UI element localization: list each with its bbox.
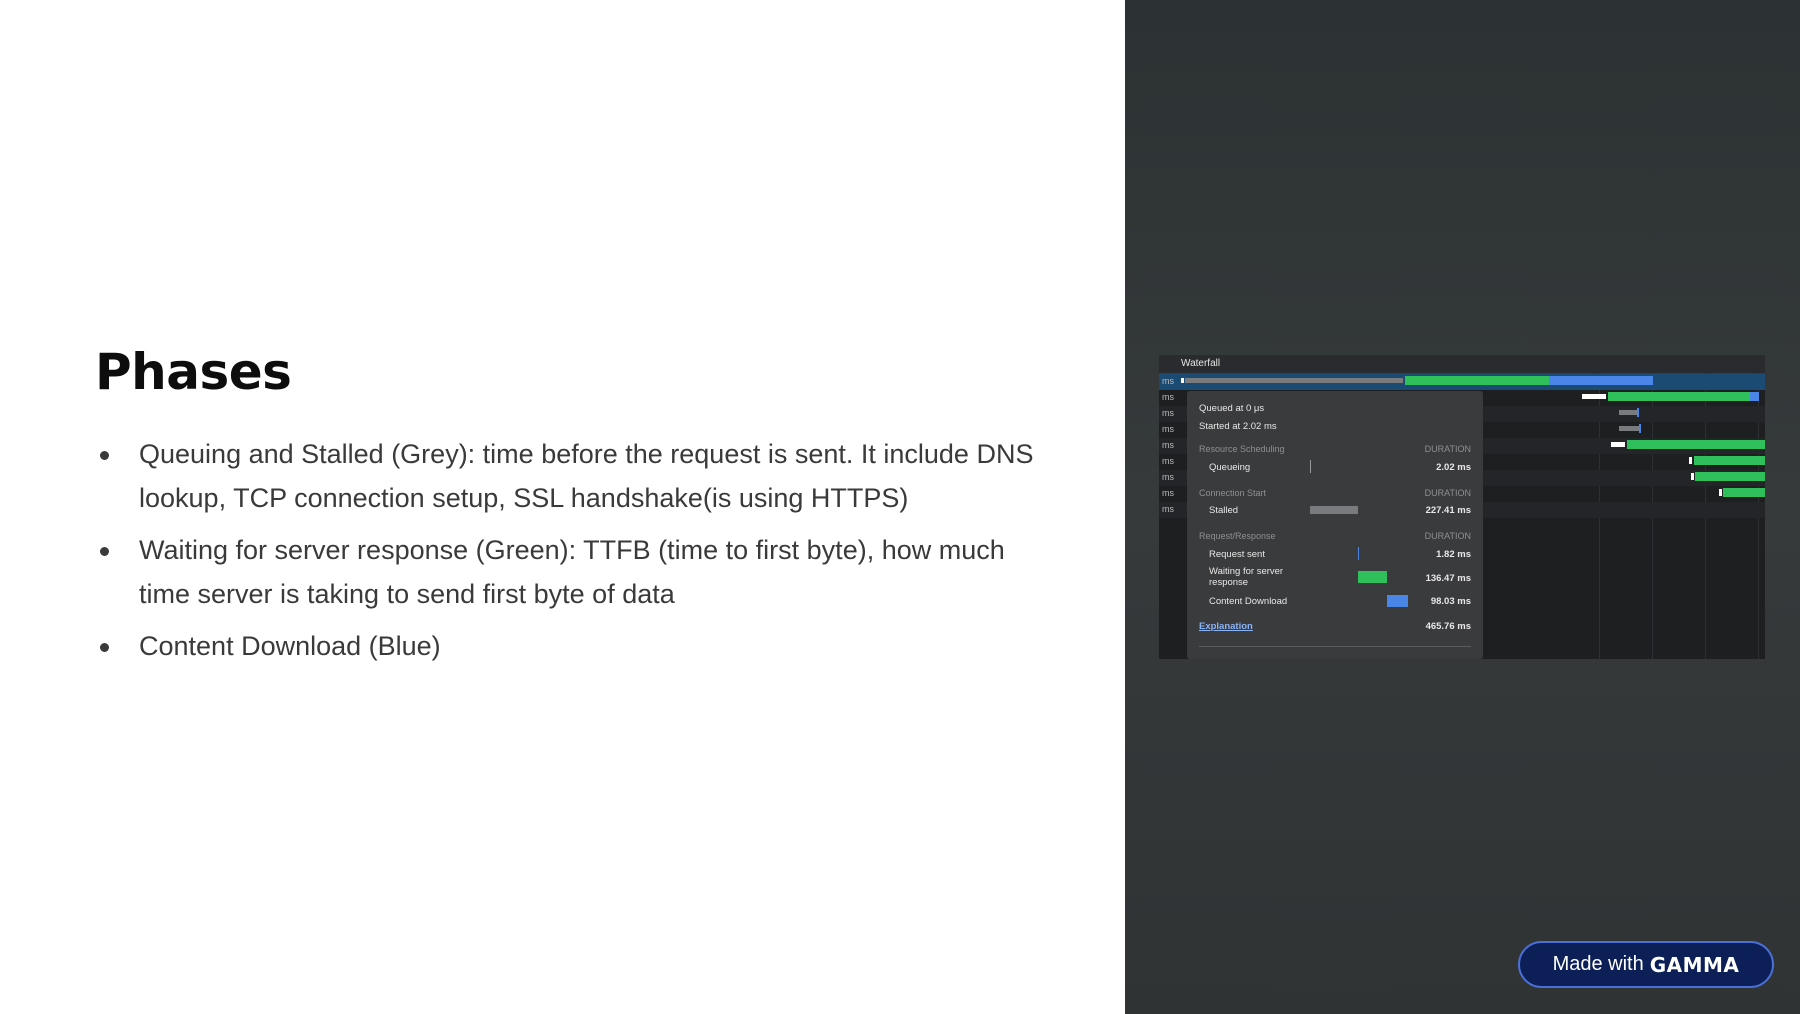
bullet-item: Content Download (Blue): [95, 624, 1055, 668]
queued-at-text: Queued at 0 μs: [1199, 403, 1265, 414]
row-time-unit: ms: [1162, 472, 1174, 482]
timing-label: Stalled: [1209, 505, 1239, 516]
row-time-unit: ms: [1162, 456, 1174, 466]
download-bar: [1750, 392, 1759, 401]
stalled-bar: [1619, 426, 1639, 431]
bullet-text: Queuing and Stalled (Grey): time before …: [139, 439, 1034, 513]
gamma-logo: GAMMA: [1649, 952, 1740, 977]
started-at-text: Started at 2.02 ms: [1199, 421, 1277, 432]
queue-marker: [1719, 489, 1722, 496]
row-time-unit: ms: [1162, 424, 1174, 434]
queue-marker: [1691, 473, 1694, 480]
queue-marker: [1181, 378, 1184, 383]
bullet-text: Content Download (Blue): [139, 631, 441, 661]
timing-value: 227.41 ms: [1425, 505, 1471, 516]
section-heading: Request/Response: [1199, 531, 1276, 541]
bullet-dot: [100, 643, 109, 652]
stalled-bar: [1310, 506, 1358, 514]
row-time-unit: ms: [1162, 488, 1174, 498]
row-time-unit: ms: [1162, 392, 1174, 402]
request-sent-bar: [1358, 547, 1359, 560]
made-with-gamma-badge[interactable]: Made with GAMMA: [1518, 941, 1774, 988]
queue-bar: [1611, 442, 1625, 447]
download-bar: [1637, 408, 1639, 417]
section-heading: Resource Scheduling: [1199, 444, 1285, 454]
timing-label: Content Download: [1209, 596, 1288, 607]
devtools-waterfall-screenshot: Waterfall ms ms ms ms ms ms ms ms ms Que…: [1159, 355, 1765, 659]
bullet-dot: [100, 547, 109, 556]
waiting-bar: [1405, 376, 1549, 385]
waiting-bar: [1694, 456, 1765, 465]
bullet-item: Queuing and Stalled (Grey): time before …: [95, 432, 1055, 520]
waiting-bar: [1695, 472, 1765, 481]
row-time-unit: ms: [1162, 376, 1174, 386]
timing-value: 98.03 ms: [1430, 596, 1471, 607]
row-time-unit: ms: [1162, 408, 1174, 418]
waiting-bar: [1608, 392, 1750, 401]
timing-value: 2.02 ms: [1436, 462, 1471, 473]
download-bar: [1639, 424, 1641, 433]
bullet-dot: [100, 451, 109, 460]
waiting-bar: [1358, 571, 1387, 583]
waterfall-header-label: Waterfall: [1181, 358, 1221, 369]
explanation-link[interactable]: Explanation: [1199, 621, 1253, 632]
timing-label: Waiting for server response: [1209, 566, 1284, 588]
bullet-text: Waiting for server response (Green): TTF…: [139, 535, 1005, 609]
timing-label: Queueing: [1209, 462, 1251, 473]
queue-marker: [1689, 457, 1692, 464]
duration-heading: DURATION: [1424, 444, 1471, 454]
bullet-item: Waiting for server response (Green): TTF…: [95, 528, 1055, 616]
download-bar: [1387, 595, 1408, 607]
slide-title: Phases: [95, 343, 292, 401]
duration-heading: DURATION: [1424, 531, 1471, 541]
tooltip-divider: [1199, 646, 1471, 647]
timing-tooltip: Queued at 0 μs Started at 2.02 ms Resour…: [1187, 391, 1483, 659]
slide-content-panel: Phases Queuing and Stalled (Grey): time …: [0, 0, 1125, 1014]
bullet-list: Queuing and Stalled (Grey): time before …: [95, 432, 1055, 676]
waiting-bar: [1627, 440, 1765, 449]
row-time-unit: ms: [1162, 504, 1174, 514]
stalled-bar: [1619, 410, 1637, 415]
download-bar: [1549, 376, 1653, 385]
waiting-bar: [1723, 488, 1765, 497]
badge-prefix: Made with: [1552, 953, 1644, 975]
queueing-bar: [1310, 460, 1311, 473]
timing-label: Request sent: [1209, 549, 1265, 560]
timing-value: 1.82 ms: [1436, 549, 1471, 560]
timing-value: 136.47 ms: [1425, 573, 1471, 584]
queue-bar: [1582, 394, 1606, 399]
stalled-bar: [1185, 378, 1403, 383]
total-duration: 465.76 ms: [1425, 621, 1471, 632]
waterfall-row-selected[interactable]: ms: [1159, 374, 1765, 390]
duration-heading: DURATION: [1424, 488, 1471, 498]
row-time-unit: ms: [1162, 440, 1174, 450]
waterfall-header: Waterfall: [1159, 355, 1765, 374]
section-heading: Connection Start: [1199, 488, 1267, 498]
